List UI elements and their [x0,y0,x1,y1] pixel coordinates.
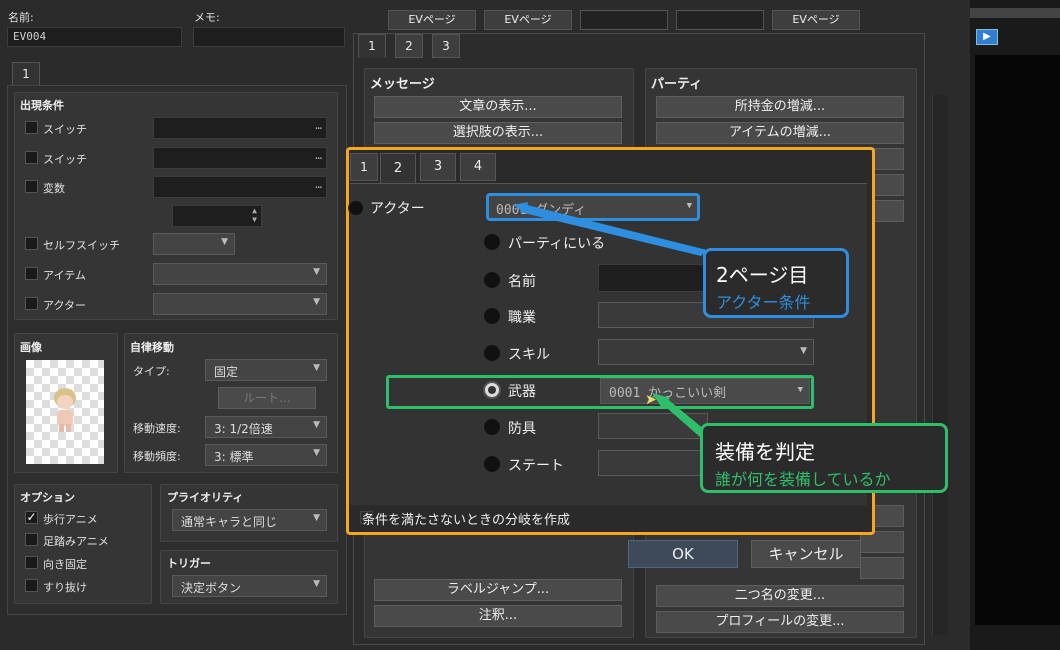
blue-arrow-icon [520,204,707,256]
blue-callout-subtitle: アクター条件 [716,293,811,312]
callout-arrows [513,202,707,437]
blue-callout: 2ページ目 アクター条件 [703,248,849,318]
green-arrow-icon [660,397,705,437]
green-callout: 装備を判定 誰が何を装備しているか [700,423,948,493]
green-callout-title: 装備を判定 [715,440,815,464]
green-callout-subtitle: 誰が何を装備しているか [715,470,891,489]
blue-callout-title: 2ページ目 [716,263,809,287]
